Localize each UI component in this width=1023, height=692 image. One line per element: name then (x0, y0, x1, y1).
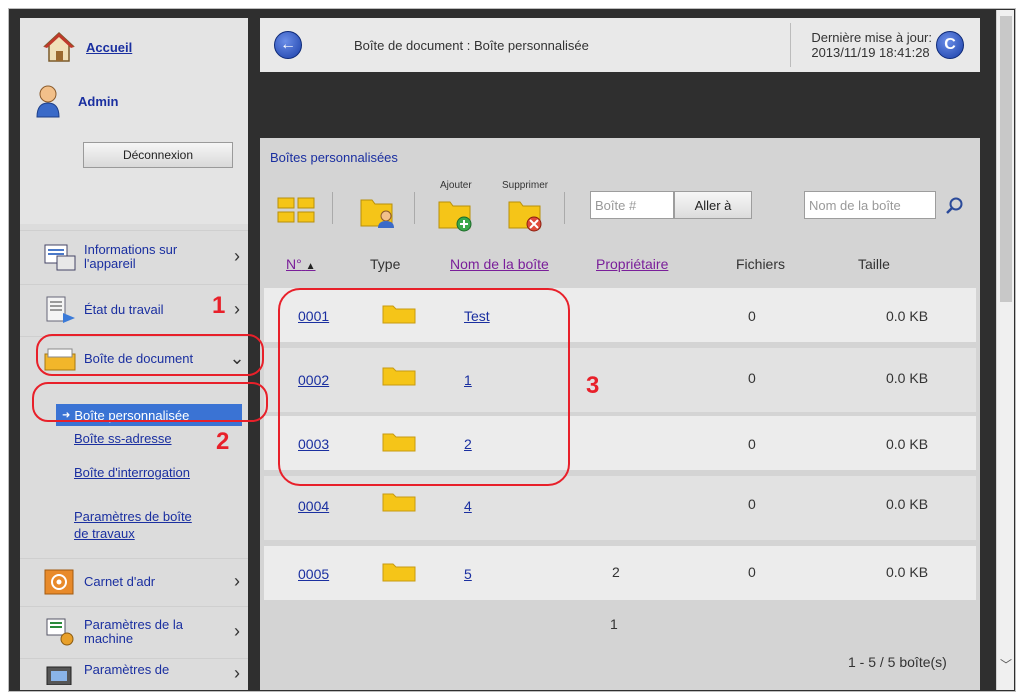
box-files: 0 (748, 564, 756, 580)
nav-label: État du travail (84, 301, 164, 317)
toolbar-divider (414, 192, 415, 224)
column-header-size: Taille (858, 256, 890, 272)
box-size: 0.0 KB (886, 370, 929, 386)
user-name: Admin (78, 93, 119, 109)
sub-item-subaddress-box[interactable]: Boîte ss-adresse (74, 430, 172, 447)
annotation-number-3: 3 (586, 372, 600, 399)
sub-item-job-box-settings[interactable]: Paramètres de boîte de travaux (74, 508, 192, 542)
header-divider (790, 23, 792, 67)
add-caption: Ajouter (440, 180, 472, 191)
sub-item-label-line2: de travaux (74, 526, 135, 541)
column-header-files: Fichiers (736, 256, 786, 272)
nav-label: Paramètres de (84, 662, 170, 677)
device-info-icon (42, 241, 78, 273)
table-row: 0005 5 2 0 0.0 KB (264, 546, 976, 600)
box-files: 0 (748, 370, 756, 386)
box-name-link[interactable]: 4 (464, 498, 472, 514)
nav-item-address-book[interactable]: Carnet d'adr › (20, 558, 248, 604)
refresh-icon: C (944, 36, 956, 53)
delete-box-icon[interactable] (506, 194, 546, 232)
user-row: Admin (34, 84, 118, 118)
nav-label-line1: Paramètres de la (84, 616, 183, 632)
box-owner: 2 (612, 564, 620, 580)
annotation-circle-1 (36, 334, 264, 376)
toolbar-divider (564, 192, 565, 224)
box-size: 0.0 KB (886, 308, 929, 324)
folder-icon (382, 493, 416, 512)
box-size: 0.0 KB (886, 496, 929, 512)
chevron-right-icon: › (234, 299, 240, 319)
toolbar-divider (332, 192, 333, 224)
panel-title: Boîtes personnalisées (270, 150, 398, 165)
box-number-link[interactable]: 0004 (298, 498, 329, 514)
box-number-link[interactable]: 0005 (298, 566, 329, 582)
last-update-label: Dernière mise à jour: (811, 30, 932, 45)
settings-icon (42, 663, 78, 685)
annotation-circle-2 (32, 382, 268, 422)
last-update: Dernière mise à jour: 2013/11/19 18:41:2… (811, 30, 932, 60)
box-files: 0 (748, 436, 756, 452)
annotation-number-2: 2 (216, 428, 230, 455)
annotation-circle-3 (278, 288, 570, 486)
nav-item-machine-settings[interactable]: Paramètres de la machine › (20, 606, 248, 656)
add-box-icon[interactable] (436, 194, 476, 232)
nav-label: Carnet d'adr (84, 573, 156, 589)
header-bar: ← Boîte de document : Boîte personnalisé… (260, 18, 980, 72)
column-header-owner[interactable]: Propriétaire (596, 256, 668, 272)
delete-caption: Supprimer (502, 180, 549, 191)
sub-item-label-line1: Paramètres de boîte (74, 509, 192, 524)
home-row[interactable]: Accueil (42, 30, 132, 64)
job-status-icon (42, 294, 78, 326)
chevron-right-icon: › (234, 621, 240, 641)
sort-up-icon: ▲ (305, 261, 316, 272)
address-book-icon (42, 566, 78, 598)
box-number-input[interactable]: Boîte # (590, 191, 674, 219)
refresh-button[interactable]: C (936, 31, 964, 59)
nav-label-line2: machine (84, 630, 134, 646)
chevron-right-icon: › (234, 246, 240, 266)
chevron-right-icon: › (234, 663, 240, 683)
list-view-icon[interactable] (276, 192, 316, 230)
page-title: Boîte de document : Boîte personnalisée (354, 37, 589, 53)
last-update-time: 2013/11/19 18:41:28 (811, 45, 930, 60)
arrow-left-icon: ← (280, 36, 296, 53)
user-avatar-icon (36, 85, 60, 118)
search-icon[interactable] (944, 196, 964, 216)
chevron-down-icon[interactable]: ﹀ (1000, 656, 1012, 673)
nav-item-settings[interactable]: Paramètres de › (20, 658, 248, 692)
column-header-number[interactable]: N° ▲ (286, 256, 316, 272)
home-icon (43, 31, 75, 62)
machine-settings-icon (42, 616, 78, 648)
box-files: 0 (748, 308, 756, 324)
nav-label-line1: Informations sur (84, 241, 178, 257)
column-header-name[interactable]: Nom de la boîte (450, 256, 549, 272)
column-header-type: Type (370, 256, 401, 272)
home-link[interactable]: Accueil (86, 40, 132, 55)
owner-box-icon[interactable] (358, 192, 398, 230)
goto-button[interactable]: Aller à (674, 191, 752, 219)
box-size: 0.0 KB (886, 564, 929, 580)
sub-item-polling-box[interactable]: Boîte d'interrogation (74, 464, 190, 481)
page-scrollbar[interactable]: ﹀ (996, 10, 1014, 690)
chevron-right-icon: › (234, 571, 240, 591)
box-files: 0 (748, 496, 756, 512)
nav-label-line2: l'appareil (84, 255, 136, 271)
box-size: 0.0 KB (886, 436, 929, 452)
box-name-search-input[interactable]: Nom de la boîte (804, 191, 936, 219)
page-number[interactable]: 1 (610, 616, 618, 632)
folder-icon (382, 563, 416, 582)
box-name-link[interactable]: 5 (464, 566, 472, 582)
back-button[interactable]: ← (274, 31, 302, 59)
logout-button[interactable]: Déconnexion (83, 142, 233, 168)
result-range: 1 - 5 / 5 boîte(s) (848, 654, 947, 670)
nav-item-device-info[interactable]: Informations sur l'appareil › (20, 230, 248, 282)
annotation-number-1: 1 (212, 292, 226, 319)
scroll-thumb[interactable] (1000, 16, 1012, 302)
